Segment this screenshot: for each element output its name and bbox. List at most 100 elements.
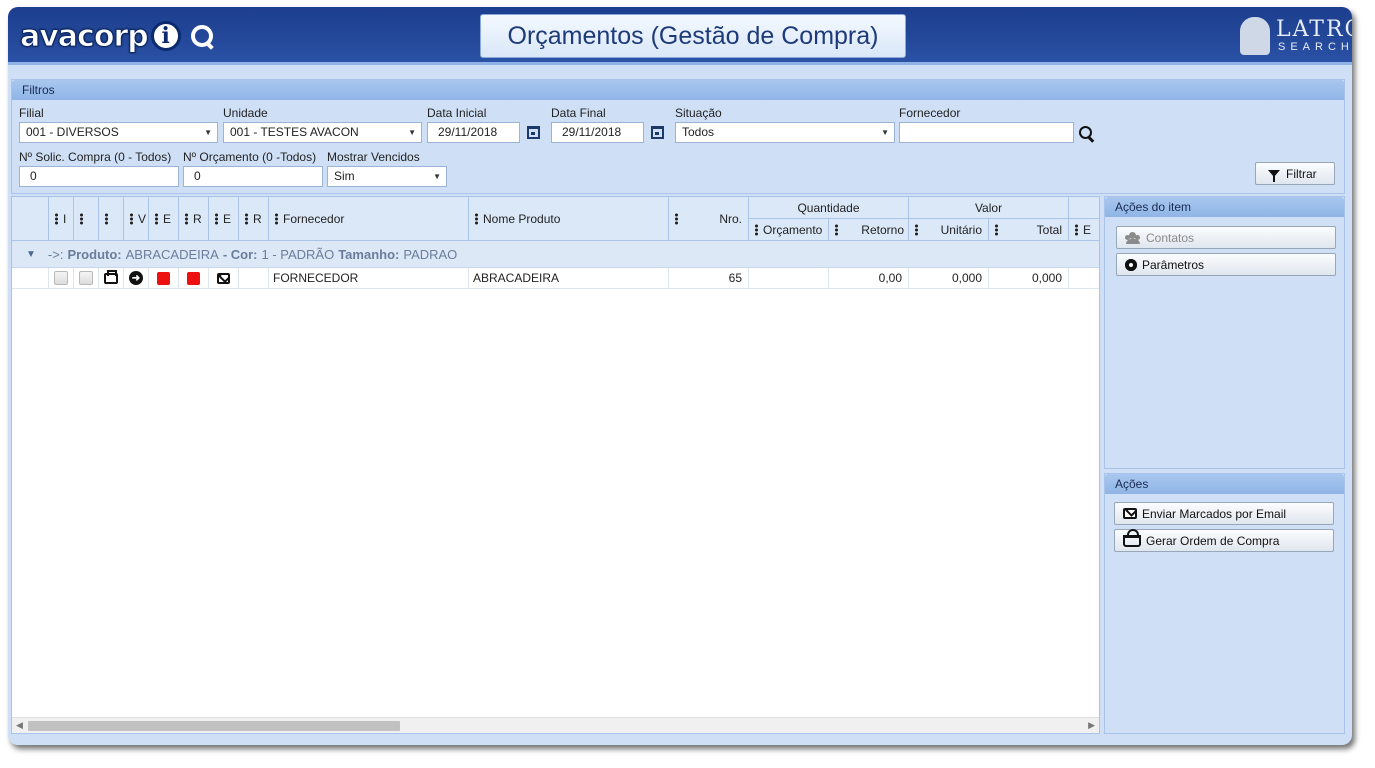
printer-icon[interactable] xyxy=(99,268,124,288)
row-empty-cell xyxy=(239,268,269,288)
situacao-label: Situação xyxy=(675,106,722,120)
email-icon[interactable] xyxy=(209,268,239,288)
table-row[interactable]: ➜ FORNECEDOR ABRACADEIRA 65 0,00 0,000 0… xyxy=(12,268,1099,289)
collapse-icon[interactable]: ▼ xyxy=(26,249,36,260)
search-icon[interactable] xyxy=(189,23,215,49)
row-retorno: 0,00 xyxy=(829,268,909,288)
header-col-2[interactable] xyxy=(74,197,99,241)
orcamento-input[interactable]: 0 xyxy=(183,166,323,187)
header-nro[interactable]: Nro. xyxy=(669,197,749,241)
filters-title: Filtros xyxy=(12,80,1344,100)
gerar-ordem-button[interactable]: Gerar Ordem de Compra xyxy=(1114,528,1334,552)
data-final-input[interactable]: 29/11/2018 xyxy=(551,122,644,143)
row-spacer xyxy=(12,268,49,288)
situacao-select[interactable]: Todos xyxy=(675,122,895,143)
brand-name: LATRO xyxy=(1276,17,1352,42)
app-window: avacorp i Orçamentos (Gestão de Compra) … xyxy=(8,7,1352,745)
header-orcamento[interactable]: Orçamento xyxy=(749,219,829,241)
header-fornecedor[interactable]: Fornecedor xyxy=(269,197,469,241)
header-col-6[interactable]: R xyxy=(179,197,209,241)
contatos-button[interactable]: Contatos xyxy=(1116,226,1336,249)
logo-text: avacorp xyxy=(20,18,150,54)
header-retorno[interactable]: Retorno xyxy=(829,219,909,241)
header-group-extra xyxy=(1069,197,1099,219)
mostrar-vencidos-label: Mostrar Vencidos xyxy=(327,150,420,164)
search-icon[interactable] xyxy=(1078,125,1096,143)
fornecedor-input[interactable] xyxy=(899,122,1074,143)
header-col-3[interactable] xyxy=(99,197,124,241)
group-row[interactable]: ▼ ->: Produto: ABRACADEIRA - Cor: 1 - PA… xyxy=(12,241,1099,268)
grid-header: I V E R E R Fornecedor Nome Produto Nro.… xyxy=(12,197,1099,241)
header-nome-produto[interactable]: Nome Produto xyxy=(469,197,669,241)
header-extra[interactable]: E xyxy=(1069,219,1099,241)
group-tamanho-value: PADRAO xyxy=(403,246,458,262)
basket-icon xyxy=(1123,528,1141,547)
group-cor-value: 1 - PADRÃO xyxy=(261,246,335,262)
group-cor-label: - Cor: xyxy=(222,246,258,262)
enviar-email-label: Enviar Marcados por Email xyxy=(1142,506,1287,521)
scroll-left-icon[interactable]: ◀ xyxy=(16,720,23,731)
row-unitario: 0,000 xyxy=(909,268,989,288)
filter-icon xyxy=(1268,170,1280,182)
group-tamanho-label: Tamanho: xyxy=(338,246,400,262)
row-fornecedor: FORNECEDOR xyxy=(269,268,469,288)
header-col-1[interactable]: I xyxy=(49,197,74,241)
parametros-button[interactable]: Parâmetros xyxy=(1116,253,1336,276)
row-nome-produto: ABRACADEIRA xyxy=(469,268,669,288)
data-inicial-label: Data Inicial xyxy=(427,106,487,120)
brand-subtitle: SEARCH xyxy=(1278,41,1352,53)
scrollbar-thumb[interactable] xyxy=(28,721,400,731)
filtrar-button[interactable]: Filtrar xyxy=(1255,162,1335,185)
orcamento-label: Nº Orçamento (0 -Todos) xyxy=(183,150,317,164)
data-final-label: Data Final xyxy=(551,106,606,120)
header-col-4[interactable]: V xyxy=(124,197,149,241)
helmet-icon xyxy=(1240,17,1270,55)
calendar-icon[interactable] xyxy=(647,122,667,143)
solic-compra-label: Nº Solic. Compra (0 - Todos) xyxy=(19,150,172,164)
header-total[interactable]: Total xyxy=(989,219,1069,241)
group-produto-value: ABRACADEIRA xyxy=(125,246,219,262)
enviar-email-button[interactable]: Enviar Marcados por Email xyxy=(1114,502,1334,525)
acoes-title: Ações xyxy=(1105,474,1344,494)
row-checkbox-2[interactable] xyxy=(74,268,99,288)
info-logo-icon: i xyxy=(150,21,181,51)
filial-label: Filial xyxy=(19,106,44,120)
scroll-right-icon[interactable]: ▶ xyxy=(1088,720,1095,731)
row-orcamento[interactable] xyxy=(749,268,829,288)
status-red-2 xyxy=(179,268,209,288)
filters-panel: Filtros Filial 001 - DIVERSOS Unidade 00… xyxy=(11,79,1345,194)
people-icon xyxy=(1125,231,1141,244)
horizontal-scrollbar[interactable]: ◀ ▶ xyxy=(12,717,1099,733)
header-col-7[interactable]: E xyxy=(209,197,239,241)
contatos-label: Contatos xyxy=(1146,230,1195,245)
group-produto-label: Produto: xyxy=(67,246,122,262)
header-group-valor: Valor xyxy=(909,197,1069,219)
header-unitario[interactable]: Unitário xyxy=(909,219,989,241)
calendar-icon[interactable] xyxy=(523,122,543,143)
filtrar-label: Filtrar xyxy=(1286,166,1317,181)
header-col-8[interactable]: R xyxy=(239,197,269,241)
arrow-circle-icon[interactable]: ➜ xyxy=(124,268,149,288)
orcamentos-grid: I V E R E R Fornecedor Nome Produto Nro.… xyxy=(11,196,1100,734)
acoes-item-title: Ações do item xyxy=(1105,197,1344,217)
row-total: 0,000 xyxy=(989,268,1069,288)
row-checkbox-1[interactable] xyxy=(49,268,74,288)
filial-select[interactable]: 001 - DIVERSOS xyxy=(19,122,218,143)
mostrar-vencidos-select[interactable]: Sim xyxy=(327,166,447,187)
unidade-label: Unidade xyxy=(223,106,268,120)
row-nro: 65 xyxy=(669,268,749,288)
solic-compra-input[interactable]: 0 xyxy=(19,166,179,187)
page-title: Orçamentos (Gestão de Compra) xyxy=(480,14,906,58)
acoes-item-panel: Ações do item Contatos Parâmetros xyxy=(1104,196,1345,469)
data-inicial-input[interactable]: 29/11/2018 xyxy=(427,122,520,143)
avacorp-logo[interactable]: avacorp i xyxy=(20,17,215,55)
header-col-5[interactable]: E xyxy=(149,197,179,241)
header-expander xyxy=(12,197,49,241)
fornecedor-label: Fornecedor xyxy=(899,106,961,120)
header-group-quantidade: Quantidade xyxy=(749,197,909,219)
unidade-select[interactable]: 001 - TESTES AVACON xyxy=(223,122,422,143)
status-red-1 xyxy=(149,268,179,288)
acoes-panel: Ações Enviar Marcados por Email Gerar Or… xyxy=(1104,473,1345,734)
row-extra xyxy=(1069,268,1099,288)
email-icon xyxy=(1123,508,1137,519)
